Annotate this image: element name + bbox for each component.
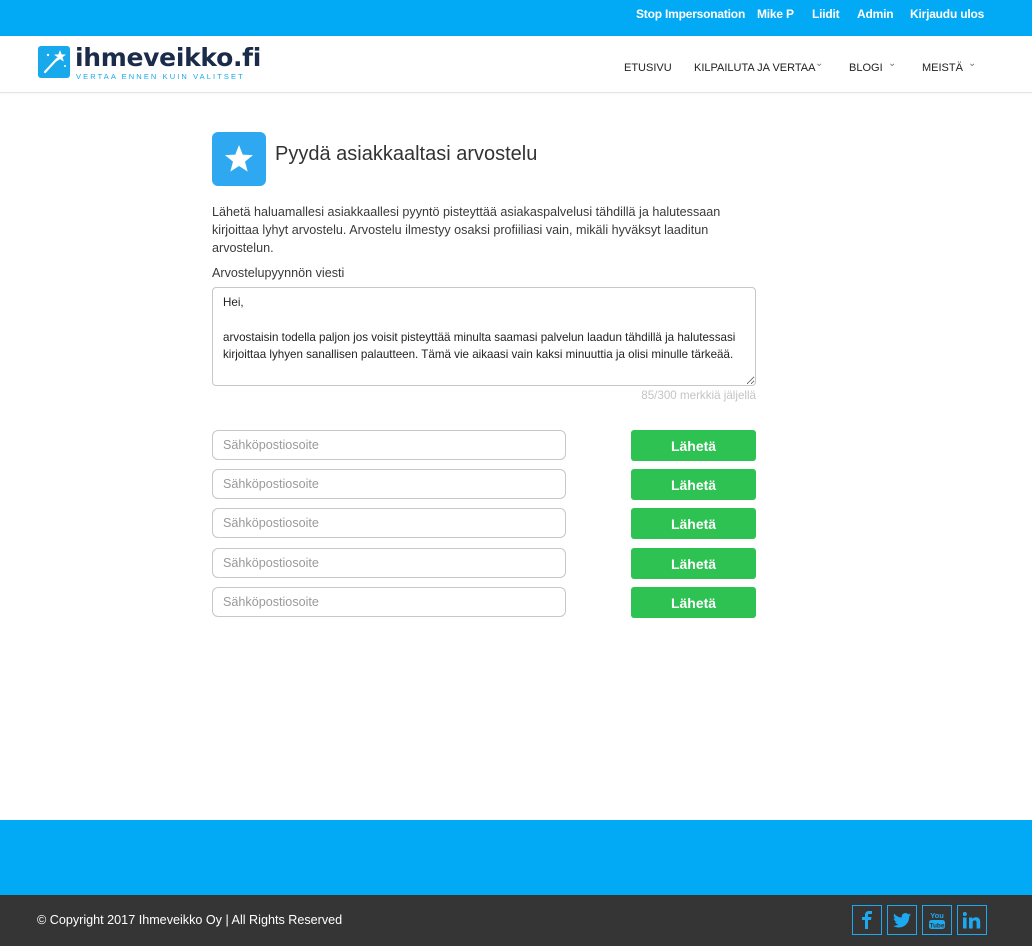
chevron-down-icon: ⌄	[888, 58, 897, 69]
send-button[interactable]: Lähetä	[631, 469, 756, 500]
logout-link[interactable]: Kirjaudu ulos	[910, 7, 984, 21]
footer-bar: © Copyright 2017 Ihmeveikko Oy | All Rig…	[0, 895, 1032, 946]
page-title: Pyydä asiakkaaltasi arvostelu	[275, 143, 538, 165]
user-link[interactable]: Mike P	[757, 7, 794, 21]
site-header: ihmeveikko.fi VERTAA ENNEN KUIN VALITSET…	[0, 36, 1032, 93]
leads-link[interactable]: Liidit	[812, 7, 840, 21]
email-field[interactable]	[212, 508, 566, 538]
intro-text: Lähetä haluamallesi asiakkaallesi pyyntö…	[212, 205, 721, 255]
footer-band	[0, 820, 1032, 895]
send-button[interactable]: Lähetä	[631, 508, 756, 539]
star-icon	[212, 132, 266, 186]
nav-item-home[interactable]: ETUSIVU	[624, 62, 672, 74]
email-field[interactable]	[212, 430, 566, 460]
review-message-textarea[interactable]	[212, 287, 756, 386]
nav-item-about[interactable]: MEISTÄ	[922, 62, 963, 74]
svg-text:Tube: Tube	[929, 922, 944, 929]
char-counter: 85/300 merkkiä jäljellä	[641, 389, 756, 402]
email-field[interactable]	[212, 587, 566, 617]
stop-impersonation-link[interactable]: Stop Impersonation	[636, 7, 745, 21]
send-button[interactable]: Lähetä	[631, 587, 756, 618]
svg-text:You: You	[930, 911, 944, 920]
email-field[interactable]	[212, 548, 566, 578]
logo-text: ihmeveikko.fi	[75, 43, 261, 72]
top-utility-bar: Stop Impersonation Mike P Liidit Admin K…	[0, 0, 1032, 36]
chevron-down-icon: ⌄	[815, 58, 824, 69]
site-logo[interactable]: ihmeveikko.fi VERTAA ENNEN KUIN VALITSET	[38, 43, 261, 82]
nav-item-compare[interactable]: KILPAILUTA JA VERTAA	[694, 62, 815, 74]
logo-subtitle: VERTAA ENNEN KUIN VALITSET	[76, 72, 245, 81]
message-label: Arvostelupyynnön viesti	[212, 266, 345, 280]
youtube-icon[interactable]: You Tube	[922, 905, 952, 935]
admin-link[interactable]: Admin	[857, 7, 894, 21]
magic-wand-icon	[38, 46, 70, 78]
copyright-text: © Copyright 2017 Ihmeveikko Oy | All Rig…	[37, 913, 343, 927]
email-field[interactable]	[212, 469, 566, 499]
twitter-icon[interactable]	[887, 905, 917, 935]
chevron-down-icon: ⌄	[968, 58, 977, 69]
send-button[interactable]: Lähetä	[631, 430, 756, 461]
facebook-icon[interactable]	[852, 905, 882, 935]
linkedin-icon[interactable]	[957, 905, 987, 935]
nav-item-blog[interactable]: BLOGI	[849, 62, 883, 74]
send-button[interactable]: Lähetä	[631, 548, 756, 579]
